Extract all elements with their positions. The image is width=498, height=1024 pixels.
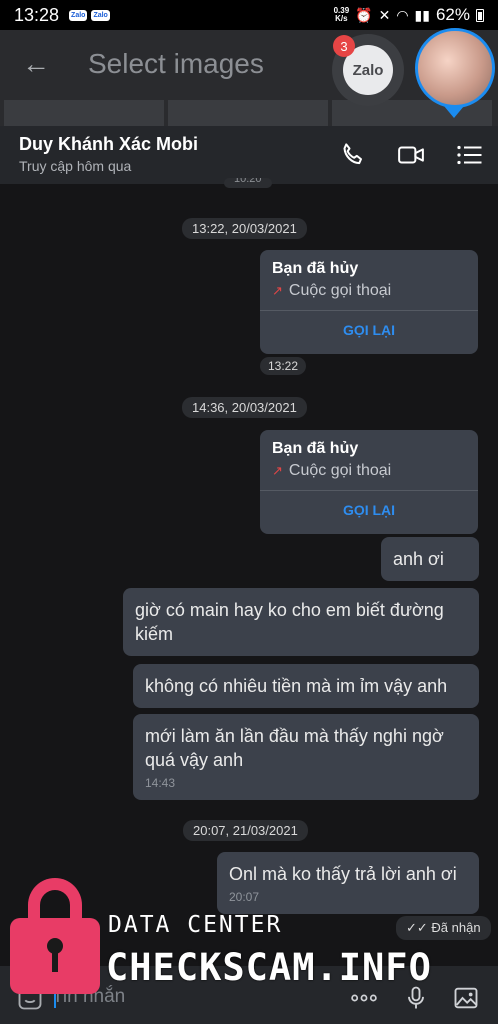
back-arrow-icon[interactable]: ← xyxy=(22,48,50,80)
phone-call-icon[interactable] xyxy=(338,140,368,170)
chat-area[interactable]: 10:20 13:22, 20/03/2021 Bạn đã hủy ↗ Cuộc… xyxy=(0,178,498,964)
battery-percent: 62% xyxy=(435,5,470,24)
image-thumbnail[interactable] xyxy=(168,100,328,126)
message-time: 20:07 xyxy=(229,890,260,904)
image-gallery-icon[interactable] xyxy=(452,984,480,1012)
mute-icon: ✕ xyxy=(378,6,391,23)
padlock-watermark-icon xyxy=(10,878,100,994)
watermark-line1: DATA CENTER xyxy=(108,912,283,938)
double-check-icon: ✓✓ xyxy=(406,920,428,935)
call-title: Bạn đã hủy xyxy=(272,440,359,457)
unread-badge: 3 xyxy=(333,35,355,57)
signal-icon: ▮▮ xyxy=(414,6,430,23)
message-time-pill: 13:22 xyxy=(260,357,307,375)
video-call-icon[interactable] xyxy=(396,140,426,170)
call-title: Bạn đã hủy xyxy=(272,260,359,277)
call-subtitle: ↗ Cuộc gọi thoại xyxy=(272,462,392,479)
image-thumbnails xyxy=(0,100,498,126)
wifi-icon: ◠ xyxy=(396,6,409,23)
message-bubble[interactable]: giờ có main hay ko cho em biết đường kiế… xyxy=(123,588,479,656)
zalo-notification-icon: Zalo xyxy=(69,9,88,21)
alarm-icon: ⏰ xyxy=(355,6,373,23)
network-speed: 0.39 K/s xyxy=(333,6,350,23)
watermark-line2: CHECKSCAM.INFO xyxy=(106,946,432,989)
message-bubble[interactable]: không có nhiêu tiền mà im ỉm vậy anh xyxy=(133,664,479,708)
image-thumbnail[interactable] xyxy=(4,100,164,126)
contact-name[interactable]: Duy Khánh Xác Mobi xyxy=(19,134,198,155)
status-right: 0.39 K/s ⏰ ✕ ◠ ▮▮ 62% xyxy=(334,5,484,25)
missed-call-icon: ↗ xyxy=(272,463,283,478)
call-card: Bạn đã hủy ↗ Cuộc gọi thoại GỌI LẠI xyxy=(260,430,478,534)
contact-chat-head-avatar[interactable] xyxy=(415,28,495,108)
message-bubble[interactable]: Onl mà ko thấy trả lời anh ơi 20:07 xyxy=(217,852,479,914)
status-bar: 13:28 Zalo Zalo 0.39 K/s ⏰ ✕ ◠ ▮▮ 62% xyxy=(0,0,498,30)
date-pill: 20:07, 21/03/2021 xyxy=(183,820,308,841)
chat-head-pointer xyxy=(444,106,464,118)
status-time: 13:28 xyxy=(14,4,60,25)
date-pill: 13:22, 20/03/2021 xyxy=(182,218,307,239)
divider xyxy=(260,490,478,491)
message-bubble[interactable]: anh ơi xyxy=(381,537,479,581)
menu-list-icon[interactable] xyxy=(454,140,484,170)
recall-button[interactable]: GỌI LẠI xyxy=(260,502,478,518)
picker-title: Select images xyxy=(88,48,264,79)
call-subtitle: ↗ Cuộc gọi thoại xyxy=(272,282,392,299)
battery-icon xyxy=(476,8,484,22)
call-card: Bạn đã hủy ↗ Cuộc gọi thoại GỌI LẠI xyxy=(260,250,478,354)
divider xyxy=(260,310,478,311)
message-time: 14:43 xyxy=(145,776,176,790)
message-bubble[interactable]: mới làm ăn lần đầu mà thấy nghi ngờ quá … xyxy=(133,714,479,800)
partial-time-pill: 10:20 xyxy=(224,178,272,188)
recall-button[interactable]: GỌI LẠI xyxy=(260,322,478,338)
chat-header: Duy Khánh Xác Mobi Truy cập hôm qua xyxy=(0,126,498,184)
contact-status: Truy cập hôm qua xyxy=(19,158,132,174)
zalo-notification-icon: Zalo xyxy=(91,9,110,21)
date-pill: 14:36, 20/03/2021 xyxy=(182,397,307,418)
missed-call-icon: ↗ xyxy=(272,283,283,298)
delivered-status: ✓✓ Đã nhận xyxy=(396,916,491,940)
